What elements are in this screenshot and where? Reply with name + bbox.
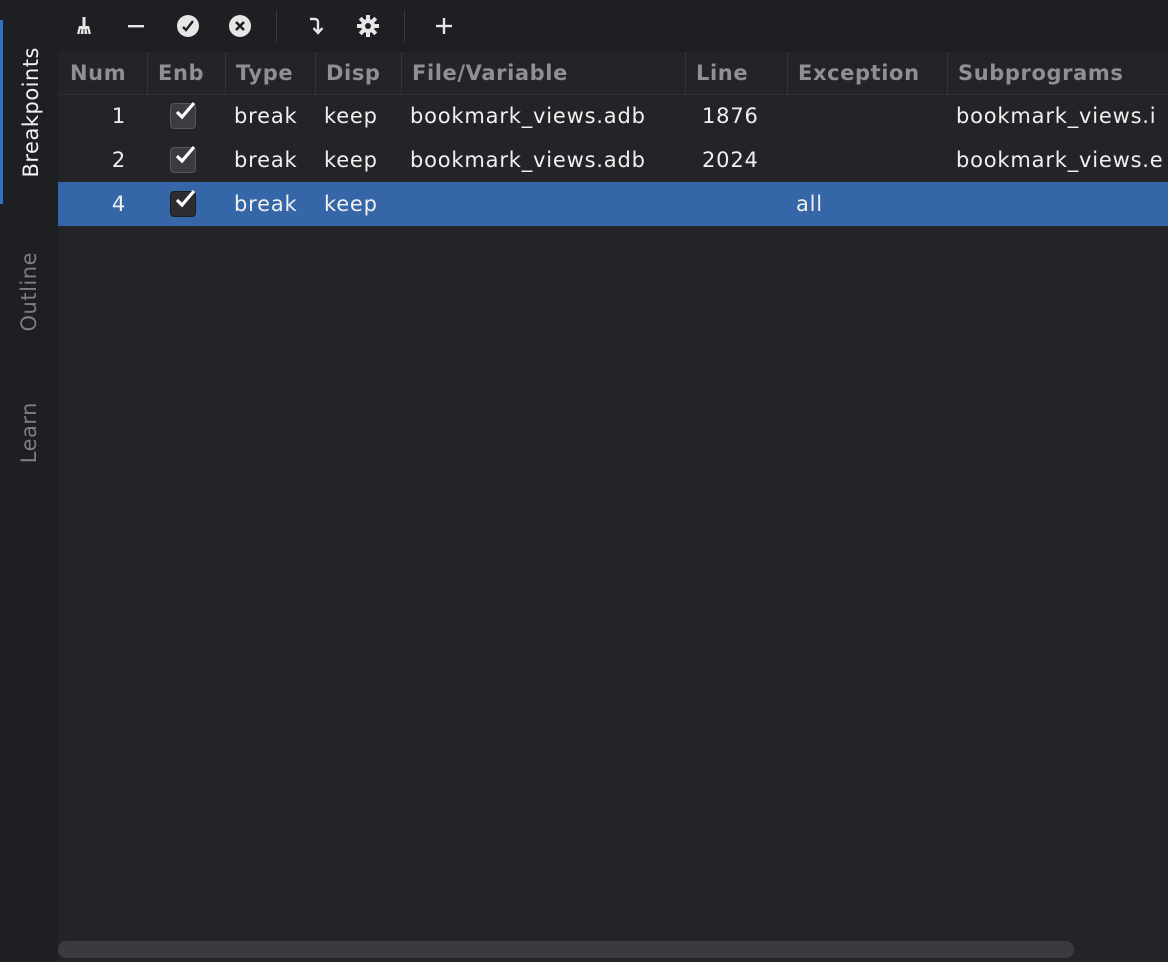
table-row-selected[interactable]: 4 break keep all xyxy=(58,182,1168,226)
toolbar-separator xyxy=(404,10,405,42)
cell-exception xyxy=(796,138,948,182)
table-row[interactable]: 2 break keep bookmark_views.adb 2024 boo… xyxy=(58,138,1168,182)
cell-type: break xyxy=(234,104,298,128)
cell-enabled[interactable] xyxy=(170,138,200,182)
cell-subprogram: bookmark_views.e xyxy=(956,148,1164,172)
cell-subprogram xyxy=(956,182,1168,226)
checkmark-icon xyxy=(175,189,196,208)
cell-enabled[interactable] xyxy=(170,94,200,138)
add-button[interactable] xyxy=(426,8,462,44)
cell-exception xyxy=(796,94,948,138)
settings-icon xyxy=(357,15,379,37)
cell-disp: keep xyxy=(324,192,378,216)
column-header-subprograms[interactable]: Subprograms xyxy=(948,52,1168,94)
tab-learn-label: Learn xyxy=(17,402,41,464)
cell-file-variable: bookmark_views.adb xyxy=(410,148,646,172)
column-header-file-variable[interactable]: File/Variable xyxy=(402,52,686,94)
cell-file-variable: bookmark_views.adb xyxy=(410,104,646,128)
clear-icon xyxy=(77,17,91,35)
cell-type: break xyxy=(234,192,298,216)
clear-button[interactable] xyxy=(66,8,102,44)
cell-line xyxy=(702,182,788,226)
cell-disp: keep xyxy=(324,148,378,172)
checkmark-icon xyxy=(175,101,196,120)
toolbar-separator xyxy=(276,10,277,42)
remove-icon xyxy=(128,25,144,28)
goto-location-button[interactable] xyxy=(298,8,334,44)
settings-button[interactable] xyxy=(350,8,386,44)
checkmark-icon xyxy=(175,145,196,164)
cell-exception: all xyxy=(796,192,823,216)
tab-outline[interactable]: Outline xyxy=(0,232,58,352)
table-row[interactable]: 1 break keep bookmark_views.adb 1876 boo… xyxy=(58,94,1168,138)
cell-disp: keep xyxy=(324,104,378,128)
enable-all-button[interactable] xyxy=(170,8,206,44)
cell-num: 2 xyxy=(111,148,126,172)
remove-button[interactable] xyxy=(118,8,154,44)
tab-breakpoints[interactable]: Breakpoints xyxy=(0,20,58,204)
column-header-enb[interactable]: Enb xyxy=(148,52,226,94)
breakpoints-panel: Num Enb Type Disp File/Variable Line Exc… xyxy=(58,0,1168,962)
cell-line: 1876 xyxy=(702,104,759,128)
side-tab-strip: Breakpoints Outline Learn xyxy=(0,0,58,962)
column-header-line[interactable]: Line xyxy=(686,52,788,94)
tab-learn[interactable]: Learn xyxy=(0,388,58,478)
add-icon xyxy=(436,18,452,34)
enabled-checkbox[interactable] xyxy=(170,189,196,217)
column-header-disp[interactable]: Disp xyxy=(316,52,402,94)
cell-type: break xyxy=(234,148,298,172)
cell-line: 2024 xyxy=(702,148,759,172)
enabled-checkbox[interactable] xyxy=(170,145,196,173)
tab-outline-label: Outline xyxy=(17,252,41,332)
enable-all-icon xyxy=(177,15,199,37)
disable-all-icon xyxy=(229,15,251,37)
column-header-exception[interactable]: Exception xyxy=(788,52,948,94)
goto-location-icon xyxy=(310,17,324,35)
column-header-type[interactable]: Type xyxy=(226,52,316,94)
cell-file-variable xyxy=(410,182,686,226)
enabled-checkbox[interactable] xyxy=(170,101,196,129)
disable-all-button[interactable] xyxy=(222,8,258,44)
cell-num: 1 xyxy=(111,104,126,128)
horizontal-scrollbar[interactable] xyxy=(58,941,1074,958)
cell-subprogram: bookmark_views.i xyxy=(956,104,1157,128)
toolbar xyxy=(58,0,1168,52)
cell-enabled[interactable] xyxy=(170,182,200,226)
column-header-num[interactable]: Num xyxy=(58,52,148,94)
table-header: Num Enb Type Disp File/Variable Line Exc… xyxy=(58,52,1168,95)
tab-breakpoints-label: Breakpoints xyxy=(18,46,43,178)
cell-num: 4 xyxy=(111,192,126,216)
